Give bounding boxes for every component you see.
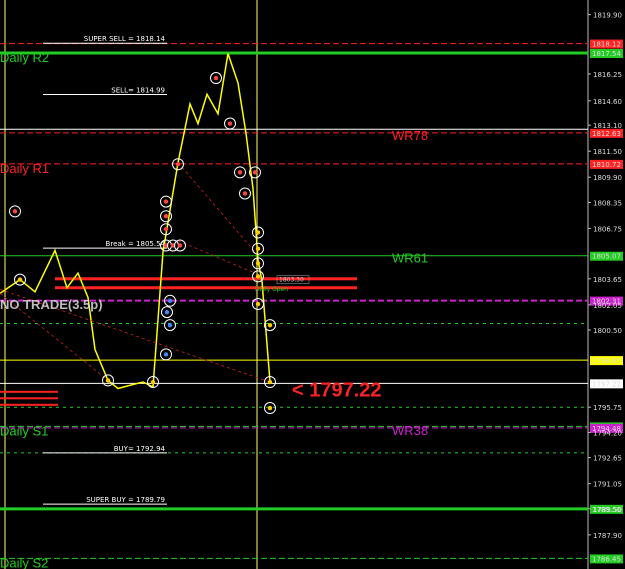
marker-dot-4 — [163, 199, 169, 204]
axis-tick-label: 1809.90 — [593, 174, 622, 182]
axis-tick-label: 1811.50 — [593, 148, 622, 156]
marker-dot-11 — [213, 75, 219, 81]
marker-dot-21 — [167, 298, 173, 303]
marker-dot-22 — [164, 309, 170, 315]
info-label: BUY= 1792.94 — [114, 445, 166, 453]
info-label: Break = 1805.54 — [106, 240, 166, 248]
axis-tick-label: 1819.90 — [593, 12, 622, 20]
marker-dot-9 — [177, 243, 183, 248]
axis-tick-label: 1802.05 — [593, 302, 622, 310]
marker-dot-3 — [150, 379, 156, 385]
info-label: SELL= 1814.99 — [111, 86, 165, 94]
red-zone-left-2 — [0, 403, 58, 406]
axis-tick-label: 1808.35 — [593, 199, 622, 207]
marker-dot-23 — [167, 322, 173, 328]
price-tag: 1817.54 — [592, 50, 621, 58]
level-label: Daily S1 — [0, 423, 48, 438]
red-zone-0 — [55, 277, 357, 281]
price-tag: 1798.65 — [592, 357, 621, 365]
marker-dot-5 — [163, 214, 169, 219]
marker-dot-0 — [12, 209, 18, 214]
axis-tick-label: 1806.75 — [593, 225, 622, 233]
marker-dot-6 — [163, 227, 169, 232]
price-tag: 1797.22 — [592, 380, 621, 388]
info-label: SUPER BUY = 1789.79 — [86, 496, 165, 504]
marker-dot-10 — [175, 161, 181, 167]
red-zone-left-0 — [0, 390, 58, 393]
axis-tick-label: 1814.60 — [593, 98, 622, 106]
level-label: Daily R1 — [0, 161, 49, 176]
marker-dot-24 — [163, 352, 169, 357]
level-label: Daily S2 — [0, 555, 48, 569]
axis-tick-label: 1789.50 — [593, 506, 622, 514]
level-label: WR61 — [392, 251, 428, 266]
red-zone-1 — [55, 286, 357, 290]
axis-tick-label: 1795.75 — [593, 404, 622, 412]
price-chart: Daily R2 WR78 Daily R1 WR61 Daily S1 WR38 Dail… — [0, 0, 625, 569]
axis-tick-label: 1792.65 — [593, 455, 622, 463]
price-tag: 1786.45 — [592, 555, 621, 563]
price-tag: 1810.72 — [592, 161, 621, 169]
axis-tick-label: 1794.20 — [593, 429, 622, 437]
price-tag: 1818.12 — [592, 41, 621, 49]
axis-tick-label: 1816.25 — [593, 71, 622, 79]
level-label: WR38 — [392, 423, 428, 438]
marker-dot-2 — [105, 378, 111, 383]
axis-tick-label: 1813.10 — [593, 122, 622, 130]
info-label: SUPER SELL = 1818.14 — [84, 35, 166, 43]
level-label: Daily R2 — [0, 50, 49, 65]
marker-dot-14 — [242, 191, 248, 196]
price-tag: 1812.63 — [592, 130, 621, 138]
marker-dot-17 — [255, 246, 261, 251]
level-label: WR78 — [392, 128, 428, 143]
marker-dot-16 — [255, 230, 261, 235]
chart-background — [0, 0, 625, 569]
marker-dot-18 — [255, 261, 261, 266]
axis-tick-label: 1803.65 — [593, 276, 622, 284]
marker-dot-1 — [17, 277, 23, 282]
axis-tick-label: 1800.50 — [593, 327, 622, 335]
no-trade-label: NO TRADE(3.5p) — [0, 297, 103, 312]
price-tag: 1805.07 — [592, 253, 621, 261]
chart-grid — [0, 0, 625, 569]
axis-tick-label: 1791.05 — [593, 481, 622, 489]
marker-dot-12 — [227, 121, 233, 126]
axis-tick-label: 1787.90 — [593, 532, 622, 540]
marker-dot-20 — [255, 301, 261, 307]
marker-dot-26 — [267, 379, 273, 385]
daily-open-price: 1803.30 — [279, 277, 304, 284]
marker-dot-25 — [267, 322, 273, 328]
marker-dot-19 — [255, 274, 261, 279]
current-price-label: < 1797.22 — [292, 380, 382, 402]
marker-dot-27 — [267, 405, 273, 411]
marker-dot-13 — [237, 170, 243, 175]
marker-dot-15 — [252, 170, 258, 175]
daily-open-label: Daily Open — [255, 286, 288, 293]
red-zone-left-1 — [0, 397, 58, 400]
